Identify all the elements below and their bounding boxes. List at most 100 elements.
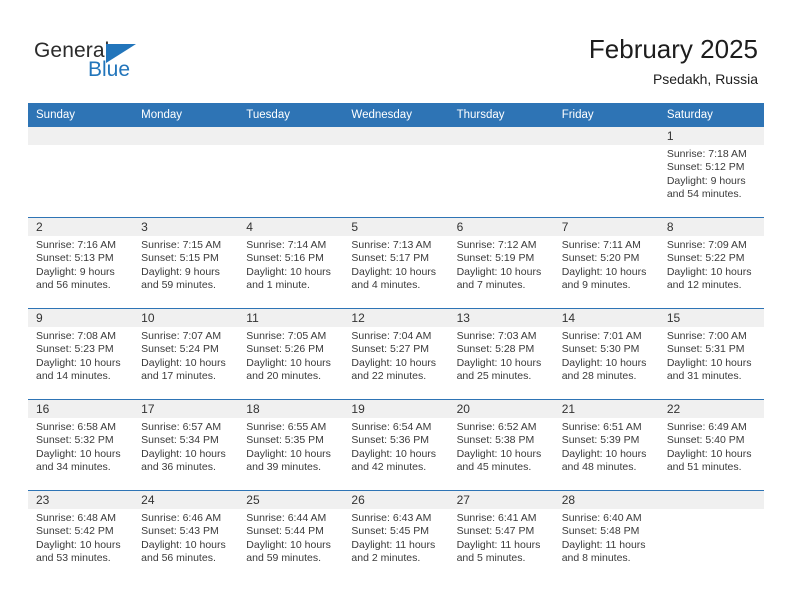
day-cell[interactable]: 20 Sunrise: 6:52 AM Sunset: 5:38 PM Dayl… bbox=[448, 399, 554, 491]
day-cell[interactable]: 6 Sunrise: 7:12 AM Sunset: 5:19 PM Dayli… bbox=[448, 217, 554, 309]
day-cell[interactable]: 3 Sunrise: 7:15 AM Sunset: 5:15 PM Dayli… bbox=[133, 217, 239, 309]
calendar-week-row: 16 Sunrise: 6:58 AM Sunset: 5:32 PM Dayl… bbox=[28, 399, 764, 491]
day-details: Sunrise: 7:07 AM Sunset: 5:24 PM Dayligh… bbox=[133, 327, 238, 383]
day-number bbox=[28, 127, 134, 145]
day-number: 27 bbox=[448, 491, 554, 509]
day-cell[interactable]: 1 Sunrise: 7:18 AM Sunset: 5:12 PM Dayli… bbox=[658, 127, 764, 218]
sunrise-text: Sunrise: 7:04 AM bbox=[351, 330, 432, 342]
day-details bbox=[554, 145, 659, 148]
daylight-text-line2: and 48 minutes. bbox=[561, 460, 637, 473]
calendar-week-row: 9 Sunrise: 7:08 AM Sunset: 5:23 PM Dayli… bbox=[28, 308, 764, 400]
day-cell[interactable]: 27 Sunrise: 6:41 AM Sunset: 5:47 PM Dayl… bbox=[448, 490, 554, 581]
daylight-text-line2: and 42 minutes. bbox=[351, 460, 427, 473]
day-number bbox=[658, 491, 764, 509]
day-cell[interactable] bbox=[658, 490, 764, 581]
day-cell[interactable]: 4 Sunrise: 7:14 AM Sunset: 5:16 PM Dayli… bbox=[238, 217, 344, 309]
sunrise-text: Sunrise: 6:52 AM bbox=[456, 421, 537, 433]
day-number: 28 bbox=[553, 491, 659, 509]
sunset-text: Sunset: 5:44 PM bbox=[246, 525, 324, 538]
weekday-header-thursday: Thursday bbox=[448, 103, 554, 127]
day-cell[interactable]: 21 Sunrise: 6:51 AM Sunset: 5:39 PM Dayl… bbox=[553, 399, 659, 491]
day-cell[interactable]: 14 Sunrise: 7:01 AM Sunset: 5:30 PM Dayl… bbox=[553, 308, 659, 400]
day-details bbox=[659, 509, 764, 512]
daylight-text-line2: and 9 minutes. bbox=[561, 278, 631, 291]
sunset-text: Sunset: 5:40 PM bbox=[666, 434, 745, 447]
day-cell[interactable]: 8 Sunrise: 7:09 AM Sunset: 5:22 PM Dayli… bbox=[658, 217, 764, 309]
sunrise-text: Sunrise: 6:46 AM bbox=[141, 512, 222, 524]
day-number: 24 bbox=[133, 491, 239, 509]
day-cell[interactable]: 9 Sunrise: 7:08 AM Sunset: 5:23 PM Dayli… bbox=[28, 308, 134, 400]
day-cell[interactable]: 23 Sunrise: 6:48 AM Sunset: 5:42 PM Dayl… bbox=[28, 490, 134, 581]
day-cell[interactable]: 13 Sunrise: 7:03 AM Sunset: 5:28 PM Dayl… bbox=[448, 308, 554, 400]
day-cell[interactable]: 15 Sunrise: 7:00 AM Sunset: 5:31 PM Dayl… bbox=[658, 308, 764, 400]
daylight-text-line2: and 34 minutes. bbox=[36, 460, 111, 473]
day-cell[interactable] bbox=[553, 127, 659, 218]
day-cell[interactable]: 17 Sunrise: 6:57 AM Sunset: 5:34 PM Dayl… bbox=[133, 399, 239, 491]
day-cell[interactable]: 5 Sunrise: 7:13 AM Sunset: 5:17 PM Dayli… bbox=[343, 217, 449, 309]
day-number bbox=[448, 127, 554, 145]
day-number bbox=[343, 127, 449, 145]
daylight-text-line1: Daylight: 10 hours bbox=[351, 356, 437, 369]
day-cell[interactable]: 24 Sunrise: 6:46 AM Sunset: 5:43 PM Dayl… bbox=[133, 490, 239, 581]
day-cell[interactable]: 10 Sunrise: 7:07 AM Sunset: 5:24 PM Dayl… bbox=[133, 308, 239, 400]
sunrise-text: Sunrise: 7:01 AM bbox=[561, 330, 642, 342]
sunset-text: Sunset: 5:20 PM bbox=[561, 252, 640, 265]
day-cell[interactable]: 11 Sunrise: 7:05 AM Sunset: 5:26 PM Dayl… bbox=[238, 308, 344, 400]
daylight-text-line1: Daylight: 10 hours bbox=[246, 538, 331, 551]
day-cell[interactable]: 19 Sunrise: 6:54 AM Sunset: 5:36 PM Dayl… bbox=[343, 399, 449, 491]
daylight-text-line1: Daylight: 9 hours bbox=[36, 265, 115, 278]
calendar-week-row: 23 Sunrise: 6:48 AM Sunset: 5:42 PM Dayl… bbox=[28, 490, 764, 581]
day-cell[interactable]: 12 Sunrise: 7:04 AM Sunset: 5:27 PM Dayl… bbox=[343, 308, 449, 400]
day-number: 6 bbox=[448, 218, 554, 236]
day-number: 22 bbox=[658, 400, 764, 418]
day-cell[interactable] bbox=[238, 127, 344, 218]
day-cell[interactable]: 22 Sunrise: 6:49 AM Sunset: 5:40 PM Dayl… bbox=[658, 399, 764, 491]
day-cell[interactable]: 28 Sunrise: 6:40 AM Sunset: 5:48 PM Dayl… bbox=[553, 490, 659, 581]
sunrise-text: Sunrise: 7:18 AM bbox=[666, 148, 747, 160]
day-details: Sunrise: 7:12 AM Sunset: 5:19 PM Dayligh… bbox=[449, 236, 554, 292]
sunset-text: Sunset: 5:13 PM bbox=[36, 252, 114, 265]
day-cell[interactable] bbox=[28, 127, 134, 218]
daylight-text-line1: Daylight: 10 hours bbox=[666, 447, 752, 460]
day-number: 5 bbox=[343, 218, 449, 236]
daylight-text-line2: and 25 minutes. bbox=[456, 369, 532, 382]
day-cell[interactable]: 16 Sunrise: 6:58 AM Sunset: 5:32 PM Dayl… bbox=[28, 399, 134, 491]
day-details bbox=[28, 145, 133, 148]
daylight-text-line1: Daylight: 10 hours bbox=[36, 447, 121, 460]
day-cell[interactable] bbox=[133, 127, 239, 218]
sunrise-text: Sunrise: 6:41 AM bbox=[456, 512, 537, 524]
day-details: Sunrise: 7:04 AM Sunset: 5:27 PM Dayligh… bbox=[343, 327, 448, 383]
daylight-text-line1: Daylight: 11 hours bbox=[351, 538, 436, 551]
sunset-text: Sunset: 5:39 PM bbox=[561, 434, 640, 447]
sunrise-text: Sunrise: 6:40 AM bbox=[561, 512, 642, 524]
daylight-text-line1: Daylight: 10 hours bbox=[666, 356, 752, 369]
day-number: 25 bbox=[238, 491, 344, 509]
day-details: Sunrise: 6:41 AM Sunset: 5:47 PM Dayligh… bbox=[449, 509, 554, 565]
day-number bbox=[553, 127, 659, 145]
day-cell[interactable] bbox=[448, 127, 554, 218]
daylight-text-line1: Daylight: 9 hours bbox=[141, 265, 220, 278]
day-cell[interactable]: 2 Sunrise: 7:16 AM Sunset: 5:13 PM Dayli… bbox=[28, 217, 134, 309]
sunrise-text: Sunrise: 6:51 AM bbox=[561, 421, 642, 433]
daylight-text-line2: and 7 minutes. bbox=[456, 278, 526, 291]
sunset-text: Sunset: 5:16 PM bbox=[246, 252, 324, 265]
sunset-text: Sunset: 5:22 PM bbox=[666, 252, 745, 265]
day-cell[interactable] bbox=[343, 127, 449, 218]
sunset-text: Sunset: 5:26 PM bbox=[246, 343, 324, 356]
daylight-text-line2: and 45 minutes. bbox=[456, 460, 532, 473]
general-blue-logo[interactable]: General Blue bbox=[34, 40, 234, 88]
daylight-text-line1: Daylight: 10 hours bbox=[246, 447, 331, 460]
daylight-text-line1: Daylight: 10 hours bbox=[246, 265, 331, 278]
daylight-text-line2: and 12 minutes. bbox=[666, 278, 742, 291]
day-details bbox=[449, 145, 554, 148]
day-cell[interactable]: 25 Sunrise: 6:44 AM Sunset: 5:44 PM Dayl… bbox=[238, 490, 344, 581]
day-cell[interactable]: 26 Sunrise: 6:43 AM Sunset: 5:45 PM Dayl… bbox=[343, 490, 449, 581]
sunrise-text: Sunrise: 7:11 AM bbox=[561, 239, 641, 251]
day-cell[interactable]: 18 Sunrise: 6:55 AM Sunset: 5:35 PM Dayl… bbox=[238, 399, 344, 491]
daylight-text-line2: and 5 minutes. bbox=[456, 551, 526, 564]
page-title: February 2025 bbox=[588, 34, 758, 64]
daylight-text-line2: and 22 minutes. bbox=[351, 369, 427, 382]
daylight-text-line2: and 28 minutes. bbox=[561, 369, 637, 382]
day-cell[interactable]: 7 Sunrise: 7:11 AM Sunset: 5:20 PM Dayli… bbox=[553, 217, 659, 309]
day-details: Sunrise: 7:15 AM Sunset: 5:15 PM Dayligh… bbox=[133, 236, 238, 292]
